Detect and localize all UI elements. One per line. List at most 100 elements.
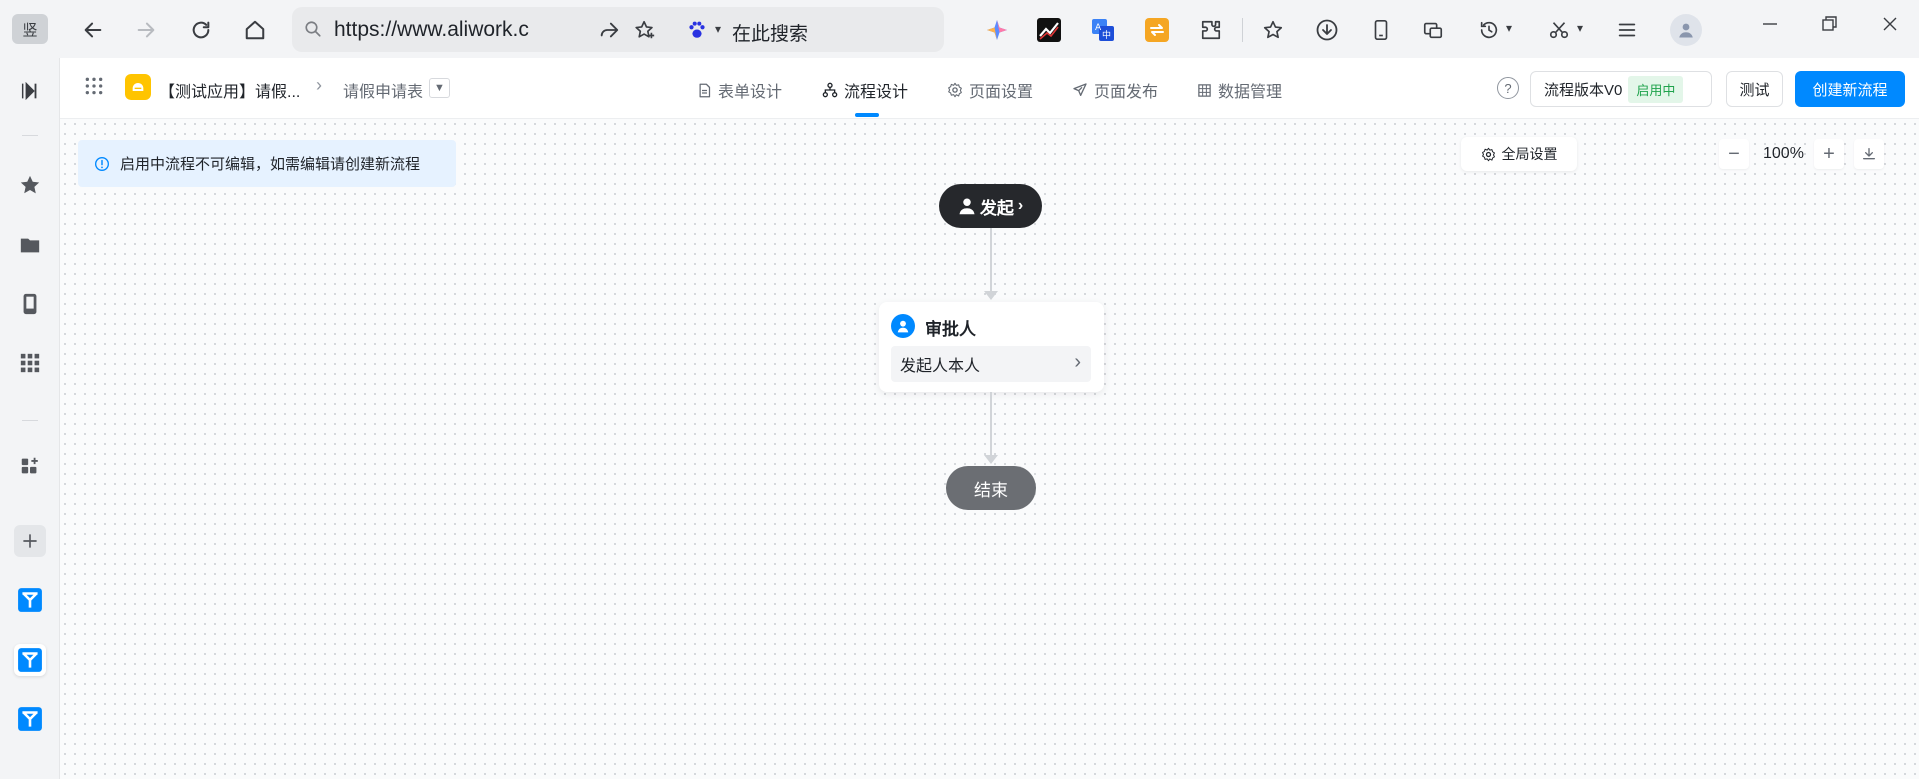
document-icon [699, 83, 711, 97]
form-dropdown-icon[interactable]: ▼ [429, 78, 450, 98]
history-icon[interactable] [1474, 15, 1504, 45]
history-caret-icon[interactable]: ▾ [1502, 18, 1516, 38]
scissors-caret-icon[interactable]: ▾ [1573, 18, 1587, 38]
favorites-star-icon[interactable] [1258, 15, 1288, 45]
app-logo-icon [125, 74, 151, 100]
zoom-out-icon[interactable]: − [1719, 139, 1749, 169]
home-icon[interactable] [240, 15, 270, 45]
approver-node[interactable]: 审批人 发起人本人 › [879, 302, 1104, 392]
phone-icon[interactable] [14, 288, 46, 320]
yida-app-icon[interactable] [14, 703, 46, 735]
test-button[interactable]: 测试 [1726, 71, 1783, 107]
paw-search-icon[interactable] [684, 17, 710, 43]
address-bar[interactable]: https://www.aliwork.c ▾ 在此搜索 [292, 7, 944, 52]
breadcrumb-chevron-icon: › [316, 75, 322, 95]
export-download-icon[interactable] [1854, 139, 1884, 169]
forward-arrow-icon[interactable] [131, 15, 161, 45]
active-tab-indicator [855, 113, 879, 117]
flow-arrow [984, 455, 998, 464]
app-header: 【测试应用】请假... › 请假申请表 ▼ 表单设计 流程设计 页面设置 页面发… [60, 58, 1919, 119]
user-avatar-icon[interactable] [1670, 14, 1702, 46]
flow-arrow [984, 291, 998, 300]
translate-icon[interactable]: A中 [1088, 15, 1118, 45]
flow-icon [822, 82, 838, 98]
tab-label: 流程设计 [844, 84, 909, 101]
favorites-icon[interactable] [14, 169, 46, 201]
approver-value-text: 发起人本人 [900, 358, 981, 375]
tab-form-design[interactable]: 表单设计 [697, 78, 782, 102]
zoom-in-icon[interactable]: + [1813, 139, 1844, 169]
approver-icon [891, 314, 915, 338]
start-node[interactable]: 发起 › [939, 184, 1042, 228]
tab-flow-design[interactable]: 流程设计 [822, 78, 908, 102]
approver-title: 审批人 [925, 320, 976, 339]
yida-app-active-icon[interactable] [14, 644, 46, 676]
chevron-right-icon: › [1074, 351, 1081, 373]
flow-connector [990, 228, 992, 292]
help-icon[interactable]: ? [1497, 77, 1519, 99]
status-badge: 启用中 [1628, 75, 1684, 103]
add-app-icon[interactable] [14, 450, 46, 482]
user-icon [959, 198, 975, 215]
info-icon [95, 156, 109, 171]
tab-page-settings[interactable]: 页面设置 [947, 78, 1033, 102]
gear-icon [948, 82, 962, 98]
search-icon [302, 18, 324, 40]
breadcrumb-app[interactable]: 【测试应用】请假... [159, 78, 300, 102]
global-settings-label: 全局设置 [1501, 146, 1558, 162]
flow-connector [990, 392, 992, 456]
start-node-label: 发起 [979, 198, 1014, 218]
sparkle-icon[interactable] [982, 15, 1012, 45]
app-grid-icon[interactable] [84, 76, 106, 98]
table-icon [1198, 83, 1211, 97]
download-icon[interactable] [1312, 15, 1342, 45]
search-engine-input[interactable]: 在此搜索 [732, 19, 808, 46]
chevron-right-icon: › [1017, 197, 1024, 214]
send-icon [1073, 83, 1087, 96]
tab-page-publish[interactable]: 页面发布 [1072, 78, 1158, 102]
extensions-icon[interactable] [1196, 15, 1226, 45]
folder-icon[interactable] [14, 229, 46, 261]
breadcrumb-form[interactable]: 请假申请表 [343, 78, 423, 102]
back-arrow-icon[interactable] [78, 15, 108, 45]
version-selector[interactable]: 流程版本V0 启用中 [1530, 71, 1712, 107]
approver-value[interactable]: 发起人本人 › [891, 346, 1091, 382]
tab-label: 页面设置 [969, 84, 1034, 101]
create-flow-button[interactable]: 创建新流程 [1795, 71, 1905, 107]
tab-label: 表单设计 [718, 84, 783, 101]
add-icon[interactable] [14, 525, 46, 557]
browser-badge-icon[interactable]: 竖 [12, 14, 48, 44]
restore-icon[interactable] [1822, 14, 1838, 40]
tab-label: 数据管理 [1218, 84, 1283, 101]
apps-grid-icon[interactable] [14, 347, 46, 379]
minimize-icon[interactable] [1762, 14, 1778, 40]
yida-app-icon[interactable] [14, 584, 46, 616]
rail-divider [22, 420, 38, 421]
sync-icon[interactable] [1142, 15, 1172, 45]
menu-icon[interactable] [1612, 15, 1642, 45]
caret-down-icon[interactable]: ▾ [710, 19, 726, 39]
tab-data-management[interactable]: 数据管理 [1197, 78, 1282, 102]
stock-chart-icon[interactable] [1034, 15, 1064, 45]
browser-sidebar [0, 58, 60, 779]
share-icon[interactable] [596, 17, 622, 43]
notice-text: 启用中流程不可编辑，如需编辑请创建新流程 [120, 156, 421, 173]
browser-toolbar: 竖 https://www.aliwork.c ▾ 在此搜索 A中 ▾ ▾ [0, 0, 1919, 58]
mobile-icon[interactable] [1366, 15, 1396, 45]
toolbar-divider [1242, 18, 1243, 42]
bookmark-add-icon[interactable] [632, 17, 658, 43]
url-text[interactable]: https://www.aliwork.c [334, 18, 604, 42]
global-settings-button[interactable]: 全局设置 [1461, 137, 1577, 171]
svg-text:中: 中 [1102, 29, 1111, 41]
sidebar-toggle-icon[interactable] [14, 75, 46, 107]
svg-text:A: A [1095, 23, 1102, 33]
scissors-icon[interactable] [1544, 15, 1574, 45]
close-window-icon[interactable] [1882, 14, 1898, 40]
reload-icon[interactable] [186, 15, 216, 45]
zoom-level: 100% [1763, 145, 1804, 162]
screenshot-icon[interactable] [1418, 15, 1448, 45]
tab-label: 页面发布 [1094, 84, 1159, 101]
gear-icon [1481, 147, 1495, 161]
rail-divider [22, 135, 38, 136]
notice-banner: 启用中流程不可编辑，如需编辑请创建新流程 [78, 140, 456, 187]
